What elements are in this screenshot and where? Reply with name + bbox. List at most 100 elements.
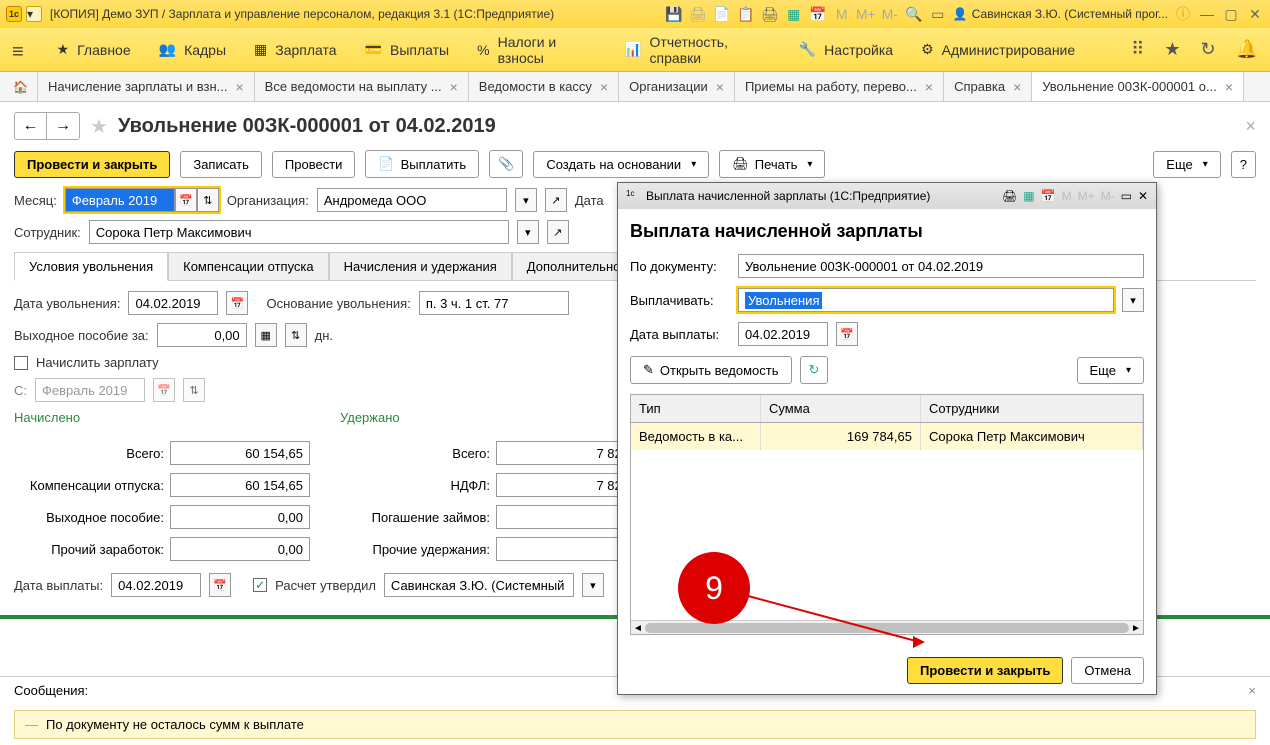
ftab-vacation[interactable]: Компенсации отпуска bbox=[168, 252, 329, 280]
write-button[interactable]: Записать bbox=[180, 151, 262, 178]
doc-icon[interactable]: 📄 bbox=[713, 5, 731, 23]
pay-button[interactable]: 📄 Выплатить bbox=[365, 150, 479, 178]
user-label[interactable]: 👤 Савинская З.Ю. (Системный прог... bbox=[953, 7, 1168, 21]
scroll-left-icon[interactable]: ◄ bbox=[631, 621, 645, 635]
create-based-button[interactable]: Создать на основании▾ bbox=[533, 151, 709, 178]
home-tab[interactable]: 🏠 bbox=[4, 72, 38, 101]
col-sum[interactable]: Сумма bbox=[761, 395, 921, 422]
message-row[interactable]: — По документу не осталось сумм к выплат… bbox=[14, 710, 1256, 739]
star-icon[interactable]: ★ bbox=[1164, 39, 1180, 60]
calendar-icon[interactable]: 📅 bbox=[836, 322, 858, 346]
dropdown-icon[interactable]: ▾ bbox=[1122, 288, 1144, 312]
tab-1[interactable]: Все ведомости на выплату ...× bbox=[255, 72, 469, 101]
restore-icon[interactable]: ▭ bbox=[1121, 189, 1132, 203]
total-accrued-input[interactable] bbox=[170, 441, 310, 465]
calendar-icon[interactable]: 📅 bbox=[1041, 189, 1056, 203]
by-doc-input[interactable] bbox=[738, 254, 1144, 278]
print-icon[interactable]: 🖨 bbox=[1002, 189, 1017, 203]
employee-input[interactable] bbox=[89, 220, 509, 244]
post-button[interactable]: Провести bbox=[272, 151, 356, 178]
tab-close-icon[interactable]: × bbox=[235, 79, 243, 95]
print-button[interactable]: 🖨 Печать▾ bbox=[719, 150, 825, 178]
close-doc-button[interactable]: × bbox=[1245, 116, 1256, 137]
calc-icon[interactable]: ▦ bbox=[255, 323, 277, 347]
total-withheld-input[interactable] bbox=[496, 441, 636, 465]
tab-close-icon[interactable]: × bbox=[1225, 79, 1233, 95]
approved-by-input[interactable] bbox=[384, 573, 574, 597]
col-type[interactable]: Тип bbox=[631, 395, 761, 422]
calc-icon[interactable]: ▦ bbox=[785, 5, 803, 23]
ftab-accruals[interactable]: Начисления и удержания bbox=[329, 252, 512, 280]
forward-button[interactable]: → bbox=[47, 113, 79, 139]
stepper-icon[interactable]: ⇅ bbox=[285, 323, 307, 347]
tab-5[interactable]: Справка× bbox=[944, 72, 1032, 101]
help-button[interactable]: ? bbox=[1231, 151, 1256, 178]
zoom-in-icon[interactable]: 🔍 bbox=[905, 5, 923, 23]
open-icon[interactable]: ↗ bbox=[545, 188, 567, 212]
history-icon[interactable]: ↻ bbox=[1200, 39, 1215, 60]
severance-input[interactable] bbox=[157, 323, 247, 347]
nav-taxes[interactable]: % Налоги и взносы bbox=[477, 34, 596, 66]
m-minus-btn[interactable]: M- bbox=[1101, 189, 1115, 203]
severance2-input[interactable] bbox=[170, 505, 310, 529]
tab-6[interactable]: Увольнение 00ЗК-000001 о...× bbox=[1032, 72, 1244, 101]
print2-icon[interactable]: 🖨 bbox=[761, 5, 779, 23]
org-input[interactable] bbox=[317, 188, 507, 212]
back-button[interactable]: ← bbox=[15, 113, 47, 139]
dialog-more-button[interactable]: Еще ▾ bbox=[1077, 357, 1144, 384]
calendar-icon[interactable]: 📅 bbox=[809, 5, 827, 23]
tab-close-icon[interactable]: × bbox=[925, 79, 933, 95]
nav-staff[interactable]: 👥 Кадры bbox=[159, 41, 226, 58]
nav-admin[interactable]: ⚙ Администрирование bbox=[921, 41, 1075, 58]
refresh-button[interactable]: ↻ bbox=[800, 356, 829, 384]
messages-close-icon[interactable]: × bbox=[1248, 683, 1256, 698]
dialog-post-close-button[interactable]: Провести и закрыть bbox=[907, 657, 1063, 684]
apps-icon[interactable]: ⠿ bbox=[1131, 39, 1144, 60]
dialog-cancel-button[interactable]: Отмена bbox=[1071, 657, 1144, 684]
tab-close-icon[interactable]: × bbox=[1013, 79, 1021, 95]
table-row[interactable]: Ведомость в ка... 169 784,65 Сорока Петр… bbox=[631, 423, 1143, 450]
dismiss-date-input[interactable] bbox=[128, 291, 218, 315]
nav-payments[interactable]: 💳 Выплаты bbox=[365, 41, 450, 58]
nav-settings[interactable]: 🔧 Настройка bbox=[799, 41, 893, 58]
info-icon[interactable]: ⓘ bbox=[1174, 5, 1192, 23]
calc-icon[interactable]: ▦ bbox=[1023, 189, 1034, 203]
vacation-comp-input[interactable] bbox=[170, 473, 310, 497]
calendar-icon[interactable]: 📅 bbox=[175, 188, 197, 212]
window-menu-icon[interactable]: ▾ bbox=[26, 6, 42, 22]
pay-date-input[interactable] bbox=[111, 573, 201, 597]
save-icon[interactable]: 💾 bbox=[665, 5, 683, 23]
open-sheet-button[interactable]: ✎ Открыть ведомость bbox=[630, 356, 792, 384]
print-icon[interactable]: 🖨 bbox=[689, 5, 707, 23]
calc-salary-checkbox[interactable] bbox=[14, 356, 28, 370]
other-withhold-input[interactable] bbox=[496, 537, 636, 561]
m-btn[interactable]: M bbox=[1062, 189, 1072, 203]
tab-close-icon[interactable]: × bbox=[450, 79, 458, 95]
reason-input[interactable] bbox=[419, 291, 569, 315]
open-icon[interactable]: ↗ bbox=[547, 220, 569, 244]
dropdown-icon[interactable]: ▾ bbox=[582, 573, 604, 597]
tab-0[interactable]: Начисление зарплаты и взн...× bbox=[38, 72, 255, 101]
stepper-icon[interactable]: ⇅ bbox=[197, 188, 219, 212]
m-btn[interactable]: M bbox=[833, 5, 851, 23]
scroll-right-icon[interactable]: ► bbox=[1129, 621, 1143, 635]
more-button[interactable]: Еще▾ bbox=[1153, 151, 1220, 178]
dropdown-icon[interactable]: ▾ bbox=[517, 220, 539, 244]
calendar-icon[interactable]: 📅 bbox=[209, 573, 231, 597]
tab-close-icon[interactable]: × bbox=[716, 79, 724, 95]
approved-checkbox[interactable] bbox=[253, 578, 267, 592]
bell-icon[interactable]: 🔔 bbox=[1236, 39, 1258, 60]
ndfl-input[interactable] bbox=[496, 473, 636, 497]
close-icon[interactable]: ✕ bbox=[1138, 189, 1148, 203]
tab-close-icon[interactable]: × bbox=[600, 79, 608, 95]
tab-2[interactable]: Ведомости в кассу× bbox=[469, 72, 619, 101]
nav-main[interactable]: ★ Главное bbox=[57, 41, 131, 58]
menu-icon[interactable]: ≡ bbox=[12, 41, 29, 59]
month-input[interactable] bbox=[65, 188, 175, 212]
minimize-icon[interactable]: — bbox=[1198, 5, 1216, 23]
other-income-input[interactable] bbox=[170, 537, 310, 561]
favorite-icon[interactable]: ★ bbox=[90, 114, 108, 139]
tab-4[interactable]: Приемы на работу, перево...× bbox=[735, 72, 944, 101]
nav-reports[interactable]: 📊 Отчетность, справки bbox=[624, 34, 771, 66]
m-plus-btn[interactable]: M+ bbox=[1078, 189, 1095, 203]
